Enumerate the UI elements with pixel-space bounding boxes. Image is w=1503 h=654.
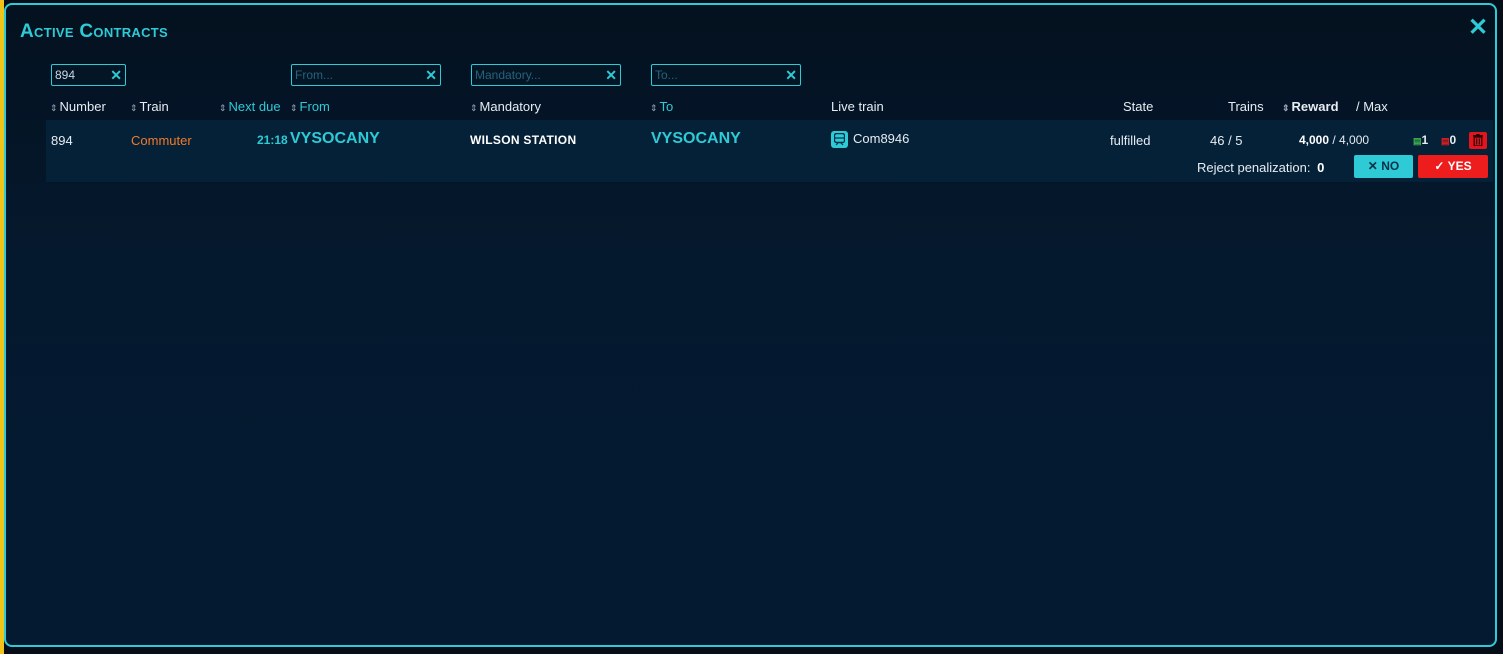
close-icon: ✕: [1367, 159, 1378, 173]
button-label: YES: [1447, 159, 1472, 173]
column-label: To: [659, 99, 674, 114]
from-station[interactable]: VYSOCANY: [290, 130, 380, 148]
close-icon[interactable]: ✕: [1465, 15, 1491, 41]
column-header-mandatory[interactable]: ⇕ Mandatory: [470, 99, 541, 114]
clear-from-filter-icon[interactable]: ✕: [425, 66, 437, 84]
column-header-from[interactable]: ⇕ From: [290, 99, 330, 114]
sort-icon: ⇕: [470, 103, 478, 113]
to-filter-input[interactable]: [655, 65, 781, 85]
reward-amount: 4,000: [1299, 133, 1330, 147]
column-header-trains: Trains: [1228, 99, 1264, 114]
clear-to-filter-icon[interactable]: ✕: [785, 66, 797, 84]
sort-icon: ⇕: [130, 103, 138, 113]
column-header-next-due[interactable]: ⇕ Next due: [219, 99, 281, 114]
trash-icon: [1473, 134, 1483, 146]
live-train-id: Com8946: [853, 131, 910, 146]
column-header-state: State: [1123, 99, 1154, 114]
column-label: From: [299, 99, 330, 114]
reward-value: 4,000 / 4,000: [1299, 133, 1369, 147]
number-filter: ✕: [51, 64, 126, 86]
reject-penalization-value: 0: [1317, 160, 1325, 175]
failed-indicator: ▤0: [1441, 133, 1456, 147]
column-header-to[interactable]: ⇕ To: [650, 99, 673, 114]
sort-icon: ⇕: [290, 103, 298, 113]
next-due-time: 21:18: [257, 133, 288, 147]
reject-penalization-label: Reject penalization:: [1197, 160, 1311, 175]
reward-max: / 4,000: [1332, 133, 1370, 147]
train-passed-icon: ▤: [1413, 136, 1422, 146]
column-header-number[interactable]: ⇕ Number: [50, 99, 106, 114]
from-filter: ✕: [291, 64, 441, 86]
passed-indicator: ▤1: [1413, 133, 1428, 147]
reject-yes-button[interactable]: ✓ YES: [1418, 155, 1488, 178]
sort-icon: ⇕: [1282, 103, 1290, 113]
clear-number-filter-icon[interactable]: ✕: [110, 66, 122, 84]
table-header: ⇕ Number ⇕ Train ⇕ Next due ⇕ From ⇕ Mandator…: [46, 96, 1493, 118]
sort-icon: ⇕: [650, 103, 658, 113]
sort-icon: ⇕: [219, 103, 227, 113]
sort-icon: ⇕: [50, 103, 58, 113]
column-header-reward[interactable]: ⇕ Reward: [1282, 99, 1339, 114]
window-title: Active Contracts: [20, 21, 169, 42]
delete-contract-button[interactable]: [1469, 132, 1487, 149]
train-failed-icon: ▤: [1441, 136, 1450, 146]
table-row[interactable]: 894 Commuter 21:18 VYSOCANY WILSON STATI…: [46, 120, 1493, 182]
mandatory-station[interactable]: WILSON STATION: [470, 133, 576, 147]
column-label: Next due: [228, 99, 281, 114]
column-label: Mandatory: [479, 99, 541, 114]
column-header-max: / Max: [1356, 99, 1388, 114]
column-label: Reward: [1291, 99, 1339, 114]
contract-number: 894: [51, 133, 73, 148]
live-train[interactable]: Com8946: [831, 131, 910, 149]
column-label: Number: [59, 99, 106, 114]
number-filter-input[interactable]: [55, 65, 106, 85]
column-header-live-train: Live train: [831, 99, 884, 114]
reject-penalization: Reject penalization: 0: [1197, 160, 1324, 175]
trains-count: 46 / 5: [1210, 133, 1243, 148]
train-type: Commuter: [131, 133, 192, 148]
reject-no-button[interactable]: ✕ NO: [1354, 155, 1413, 178]
train-icon: [831, 131, 848, 149]
clear-mandatory-filter-icon[interactable]: ✕: [605, 66, 617, 84]
mandatory-filter-input[interactable]: [475, 65, 601, 85]
active-contracts-window: Active Contracts ✕ ✕ ✕ ✕ ✕ ⇕Number ⇕Trai…: [4, 3, 1497, 647]
button-label: NO: [1381, 159, 1400, 173]
mandatory-filter: ✕: [471, 64, 621, 86]
passed-count: 1: [1421, 133, 1429, 147]
from-filter-input[interactable]: [295, 65, 421, 85]
contract-state: fulfilled: [1110, 133, 1151, 148]
to-station[interactable]: VYSOCANY: [651, 130, 741, 148]
column-label: Train: [139, 99, 169, 114]
failed-count: 0: [1449, 133, 1457, 147]
to-filter: ✕: [651, 64, 801, 86]
check-icon: ✓: [1434, 159, 1445, 173]
column-header-train[interactable]: ⇕ Train: [130, 99, 169, 114]
